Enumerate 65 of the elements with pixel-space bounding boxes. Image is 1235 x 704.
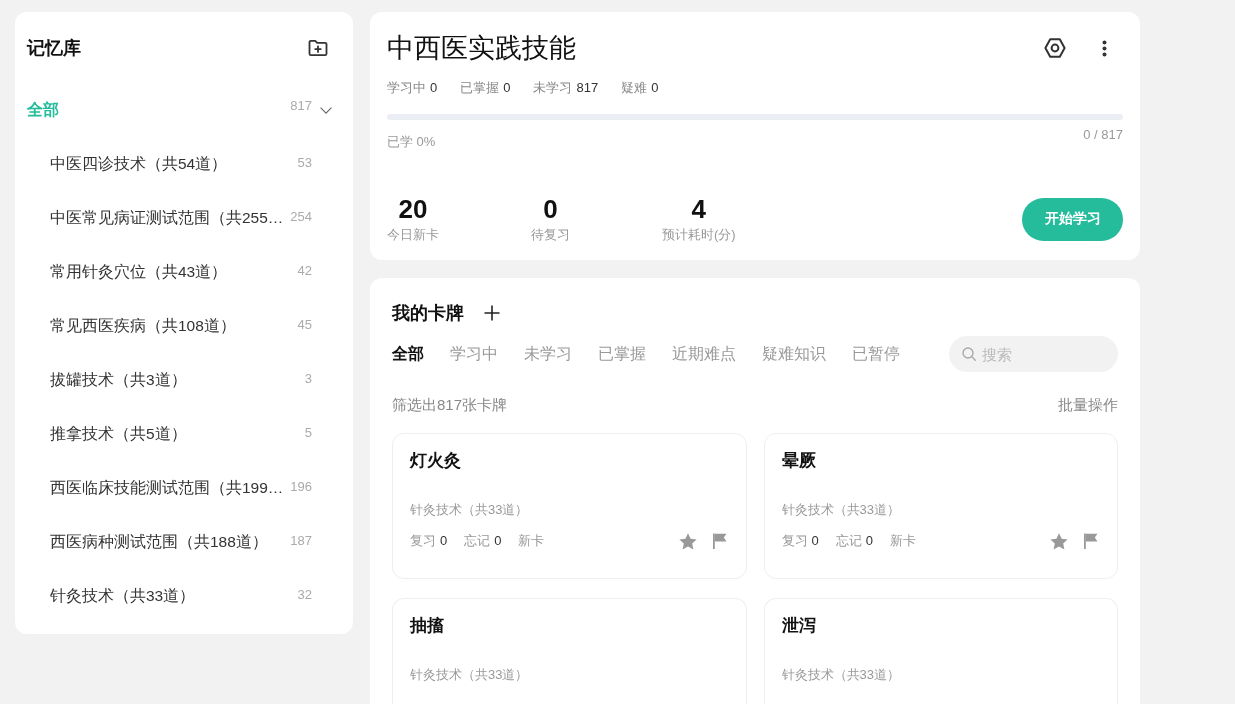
card-subtitle: 针灸技术（共33道） — [781, 501, 900, 519]
sidebar-item[interactable]: 针灸技术（共33道） — [50, 585, 196, 607]
item-count: 187 — [289, 532, 312, 548]
more-icon[interactable] — [1102, 39, 1107, 57]
card-stat: 复习 0 — [781, 532, 819, 550]
flashcard[interactable]: 晕厥 针灸技术（共33道） 复习 0 忘记 0 新卡 — [763, 433, 1118, 579]
folder-plus-icon[interactable] — [308, 39, 328, 57]
item-count: 45 — [296, 316, 312, 332]
item-count: 5 — [303, 424, 312, 440]
item-count: 53 — [296, 154, 312, 170]
card-title: 晕厥 — [781, 450, 816, 472]
star-icon[interactable] — [1050, 532, 1068, 550]
summary-number: 0 — [543, 194, 558, 224]
card-stat: 新卡 — [889, 532, 916, 550]
filter-result-text: 筛选出817张卡牌 — [392, 395, 508, 415]
sidebar-item[interactable]: 拔罐技术（共3道） — [50, 369, 187, 391]
card-subtitle: 针灸技术（共33道） — [410, 666, 529, 684]
stat-text: 已掌握 0 — [460, 79, 511, 97]
summary-number: 20 — [398, 194, 428, 224]
add-icon[interactable] — [484, 305, 500, 321]
summary-label: 待复习 — [531, 226, 570, 244]
progress-caption: 已学 0% — [387, 133, 436, 151]
sidebar-item[interactable]: 推拿技术（共5道） — [50, 423, 187, 445]
batch-action-link[interactable]: 批量操作 — [1058, 395, 1118, 415]
flashcard[interactable]: 泄泻 针灸技术（共33道） — [763, 598, 1118, 704]
item-count: 817 — [289, 97, 312, 113]
sidebar-item[interactable]: 西医临床技能测试范围（共199… — [50, 477, 284, 499]
progress-count: 0 / 817 — [1083, 127, 1123, 144]
settings-icon[interactable] — [1044, 37, 1066, 59]
search-icon — [962, 347, 976, 361]
sidebar-title: 记忆库 — [27, 37, 81, 60]
card-stat: 复习 0 — [410, 532, 448, 550]
sidebar-item[interactable]: 西医病种测试范围（共188道） — [50, 531, 268, 553]
summary-number: 4 — [691, 194, 707, 224]
card-subtitle: 针灸技术（共33道） — [410, 501, 529, 519]
card-subtitle: 针灸技术（共33道） — [781, 666, 900, 684]
card-title: 抽搐 — [410, 615, 444, 637]
item-count: 254 — [289, 208, 312, 224]
summary-label: 预计耗时(分) — [662, 226, 736, 244]
item-count: 3 — [303, 370, 312, 386]
summary-label: 今日新卡 — [387, 226, 439, 244]
item-count: 32 — [296, 586, 312, 602]
flag-icon[interactable] — [711, 533, 727, 549]
stat-text: 学习中 0 — [387, 79, 438, 97]
filter-tab[interactable]: 全部 — [392, 343, 424, 365]
sidebar-item[interactable]: 常见西医疾病（共108道） — [50, 315, 236, 337]
sidebar-item[interactable]: 中医四诊技术（共54道） — [50, 153, 228, 175]
chevron-down-icon[interactable] — [320, 106, 332, 114]
stat-text: 疑难 0 — [621, 79, 659, 97]
deck-title: 中西医实践技能 — [387, 32, 576, 65]
card-stat: 忘记 0 — [464, 532, 502, 550]
card-title: 灯火灸 — [410, 450, 461, 472]
flashcard[interactable]: 灯火灸 针灸技术（共33道） 复习 0 忘记 0 新卡 — [392, 433, 747, 579]
card-stat: 新卡 — [518, 532, 545, 550]
item-count: 196 — [289, 478, 312, 494]
section-title: 我的卡牌 — [392, 302, 464, 325]
sidebar-item[interactable]: 常用针灸穴位（共43道） — [50, 261, 228, 283]
stat-text: 未学习 817 — [533, 79, 599, 97]
card-stat: 忘记 0 — [835, 532, 873, 550]
flag-icon[interactable] — [1083, 533, 1098, 549]
item-count: 42 — [296, 262, 312, 278]
card-title: 泄泻 — [781, 615, 816, 637]
flashcard[interactable]: 抽搐 针灸技术（共33道） — [392, 598, 747, 704]
sidebar-item[interactable]: 中医常见病证测试范围（共255… — [50, 207, 284, 229]
star-icon[interactable] — [678, 532, 697, 550]
